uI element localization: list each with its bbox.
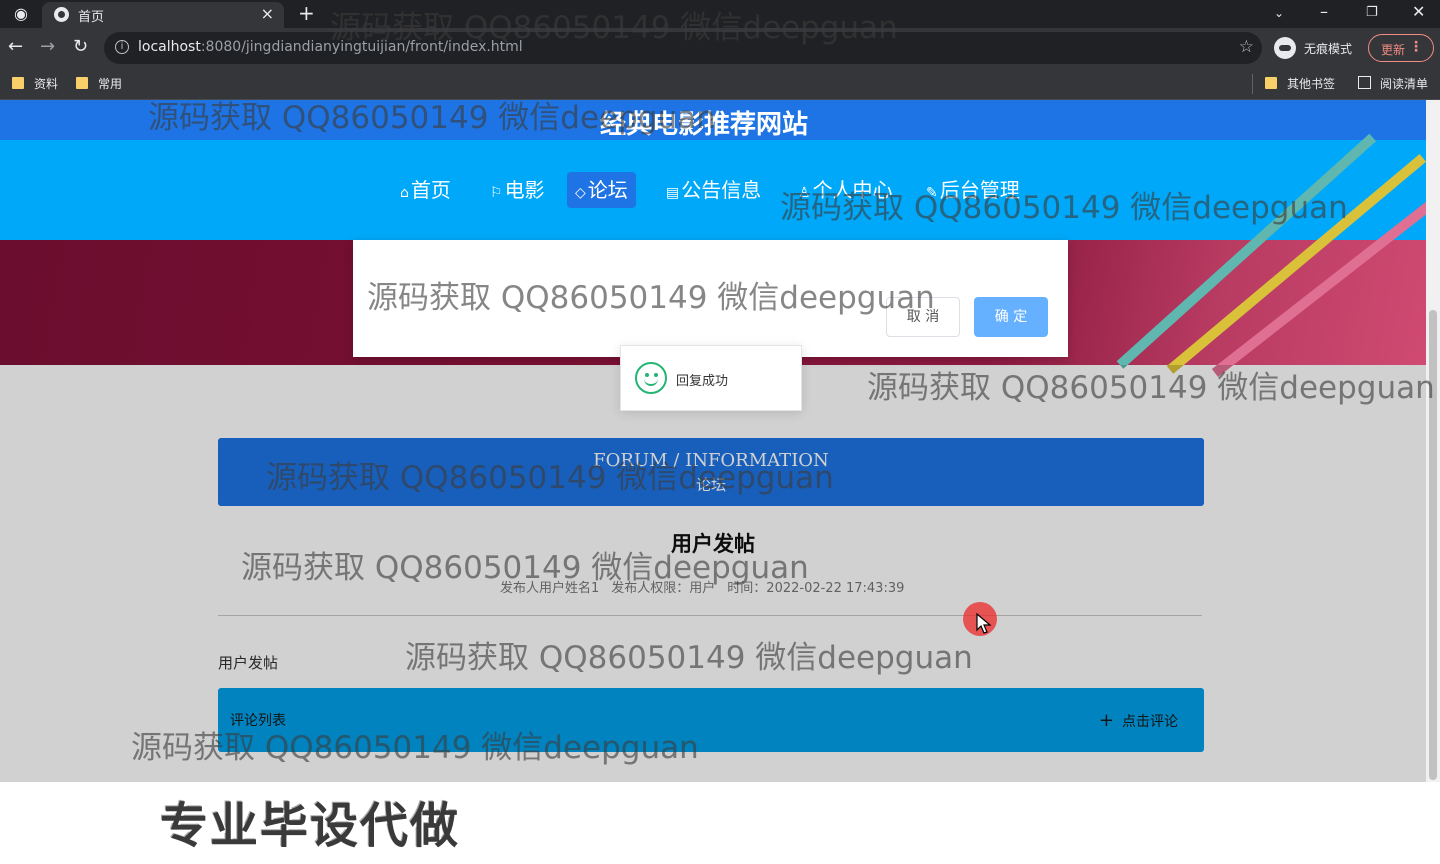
url-host: localhost	[138, 39, 201, 55]
watermark: 源码获取 QQ86050149 微信deepguan	[780, 190, 1348, 226]
bookmark-folder[interactable]: 资料	[12, 75, 72, 93]
watermark: 源码获取 QQ86050149 微信deepguan	[867, 370, 1435, 406]
other-bookmarks[interactable]: 其他书签	[1265, 75, 1345, 93]
nav-item-movies[interactable]: ⚐ 电影	[482, 172, 553, 208]
nav-item-notices[interactable]: ▤ 公告信息	[658, 172, 769, 208]
nav-label: 论坛	[587, 178, 628, 202]
watermark: 源码获取 QQ86050149 微信deepguan	[241, 550, 809, 586]
folder-icon	[12, 77, 24, 89]
browser-tab[interactable]: 首页 ×	[42, 2, 284, 28]
tab-title: 首页	[78, 10, 105, 25]
bookmark-label: 常用	[98, 77, 123, 91]
forward-icon[interactable]: →	[40, 37, 55, 57]
page-scrollbar[interactable]	[1426, 100, 1440, 782]
nav-label: 公告信息	[681, 178, 762, 202]
new-tab-icon[interactable]: +	[298, 3, 315, 23]
nav-item-forum[interactable]: ◇ 论坛	[567, 172, 636, 208]
smile-icon	[635, 362, 667, 394]
watermark: 源码获取 QQ86050149 微信deepguan	[330, 10, 898, 46]
nav-label: 电影	[504, 178, 545, 202]
toast-message: 回复成功	[676, 374, 729, 389]
folder-icon	[76, 77, 88, 89]
nav-label: 首页	[410, 178, 451, 202]
update-label: 更新	[1381, 43, 1406, 57]
more-menu-icon: ⋮	[1409, 39, 1423, 55]
incognito-label: 无痕模式	[1304, 42, 1353, 56]
watermark: 源码获取 QQ86050149 微信deepguan	[148, 100, 716, 136]
update-button[interactable]: 更新 ⋮	[1368, 34, 1434, 62]
notice-icon: ▤	[666, 185, 680, 201]
home-icon: ⌂	[400, 185, 409, 201]
close-window-icon[interactable]: ✕	[1412, 2, 1425, 22]
watermark: 源码获取 QQ86050149 微信deepguan	[405, 640, 973, 676]
site-info-icon[interactable]: i	[115, 40, 129, 54]
screen: ◉ 首页 × + ⌄ – ❐ ✕ ← → ↻ i localhost:8080/…	[0, 0, 1440, 864]
reload-icon[interactable]: ↻	[73, 37, 88, 57]
bookmark-star-icon[interactable]: ☆	[1239, 37, 1254, 57]
watermark: 源码获取 QQ86050149 微信deepguan	[367, 280, 935, 316]
other-bookmarks-label: 其他书签	[1287, 77, 1336, 91]
watermark: 源码获取 QQ86050149 微信deepguan	[131, 730, 699, 766]
success-toast: 回复成功	[620, 345, 802, 411]
reading-list[interactable]: 阅读清单	[1358, 75, 1438, 93]
tab-close-icon[interactable]: ×	[261, 4, 274, 23]
back-icon[interactable]: ←	[8, 37, 23, 57]
incognito-icon	[1274, 37, 1296, 59]
tab-search-icon[interactable]: ⌄	[1274, 3, 1284, 23]
watermark: 源码获取 QQ86050149 微信deepguan	[266, 460, 834, 496]
bookmark-folder[interactable]: 常用	[76, 75, 136, 93]
nav-item-home[interactable]: ⌂ 首页	[392, 172, 459, 208]
restore-icon[interactable]: ❐	[1366, 3, 1378, 23]
bookmark-label: 资料	[34, 77, 59, 91]
folder-icon	[1265, 77, 1277, 89]
mouse-cursor-icon	[976, 613, 992, 634]
browser-menu-icon[interactable]: ◉	[14, 4, 28, 24]
reading-list-label: 阅读清单	[1380, 77, 1429, 91]
tab-favicon-icon	[54, 7, 69, 22]
tag-icon: ◇	[575, 185, 586, 201]
bookmarks-separator	[1252, 74, 1253, 94]
confirm-button[interactable]: 确 定	[974, 297, 1048, 337]
caption-text: 专业毕设代做	[160, 798, 461, 854]
reading-list-icon	[1358, 76, 1371, 89]
flag-icon: ⚐	[490, 185, 503, 201]
minimize-icon[interactable]: –	[1320, 2, 1328, 22]
